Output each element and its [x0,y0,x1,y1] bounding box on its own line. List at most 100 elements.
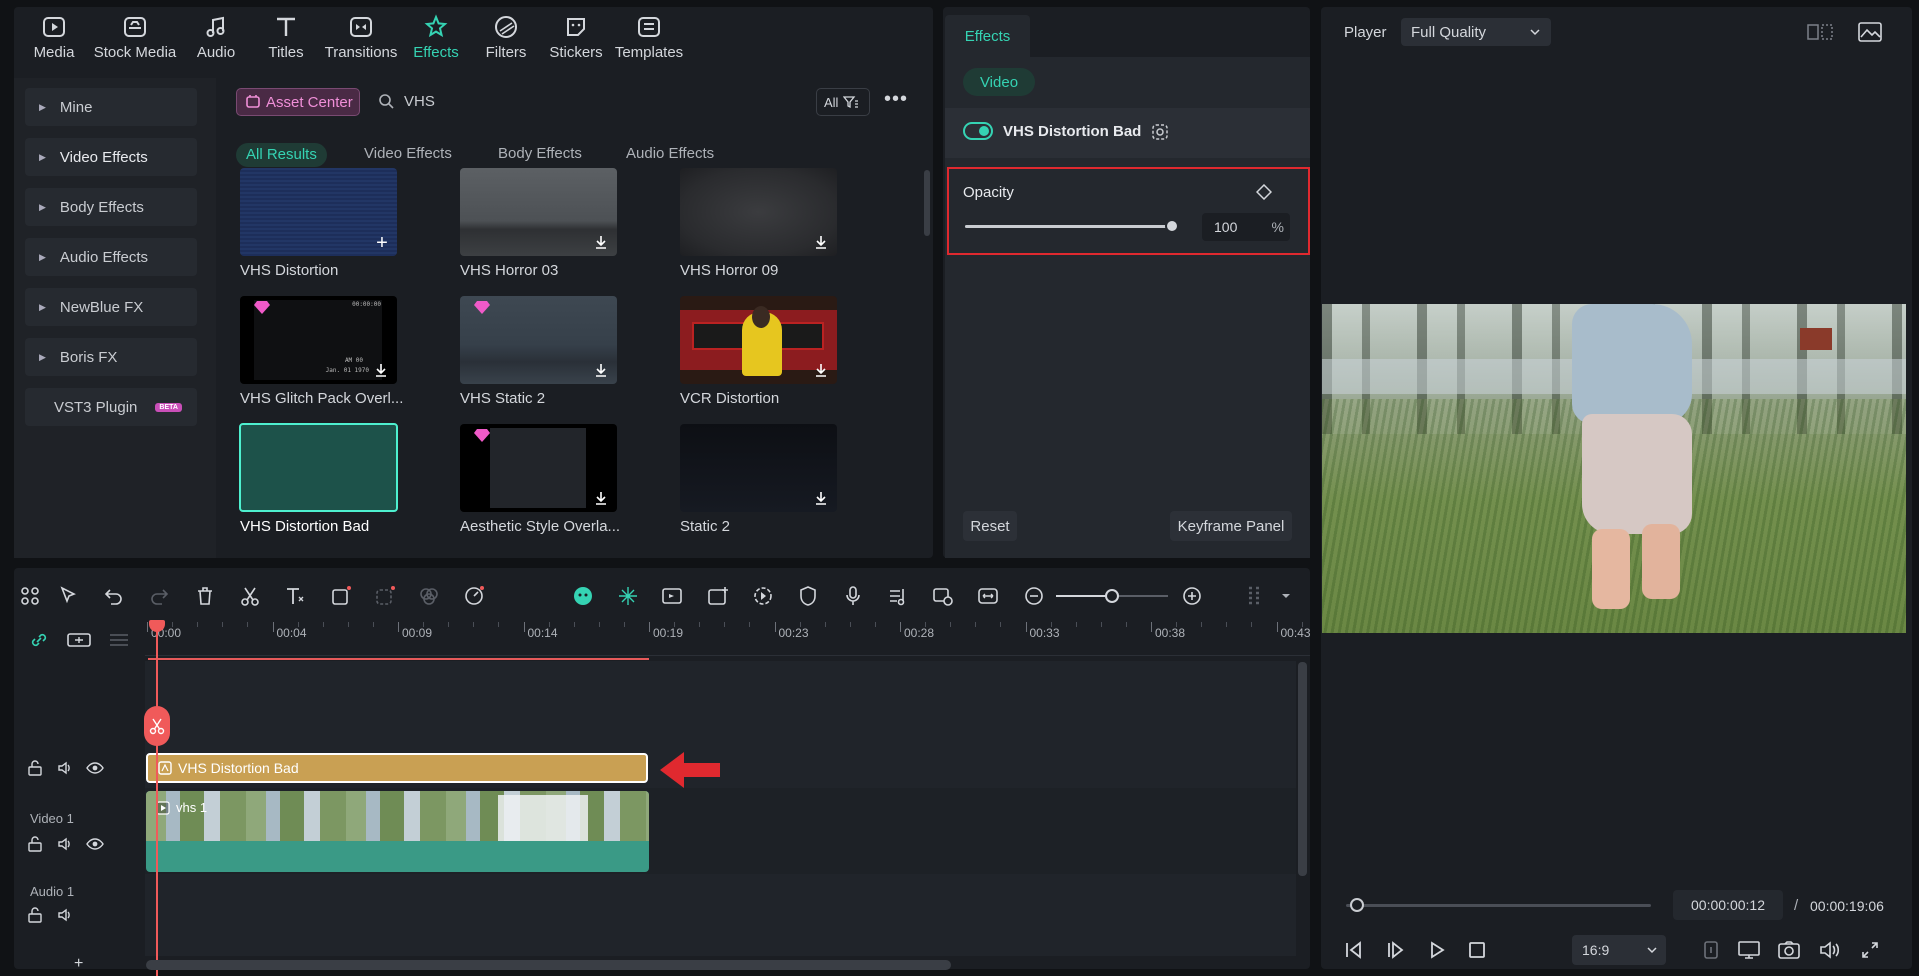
text-tool-icon[interactable] [284,585,306,607]
replace-clip-icon[interactable] [932,585,954,607]
snapshot-icon[interactable] [1777,940,1801,960]
tab-video-effects[interactable]: Video Effects [364,145,452,162]
opacity-slider-knob[interactable] [1165,219,1179,233]
eye-icon[interactable] [86,760,104,776]
download-icon[interactable] [813,490,829,506]
timeline-hscrollbar[interactable] [146,960,951,970]
tab-body-effects[interactable]: Body Effects [498,145,582,162]
auto-reframe-icon[interactable] [661,585,683,607]
zoom-in-icon[interactable] [1181,585,1203,607]
effect-clip-vhs-distortion-bad[interactable]: VHS Distortion Bad [146,753,648,783]
asset-center-button[interactable]: Asset Center [236,88,360,116]
ai-face-icon[interactable] [572,585,594,607]
add-track-icon[interactable] [67,631,91,649]
next-frame-icon[interactable] [1385,940,1407,960]
image-icon[interactable] [1858,22,1882,42]
more-options-icon[interactable]: ••• [884,89,908,109]
volume-icon[interactable] [1818,940,1842,960]
layout-grid-icon[interactable] [19,585,41,607]
sidebar-item-vst3-plugin[interactable]: VST3 Plugin BETA [25,388,197,426]
add-track-button[interactable]: + [74,955,83,973]
split-scissors-icon[interactable] [239,585,261,607]
effect-enable-toggle[interactable] [963,122,993,140]
toolbar-audio[interactable]: Audio [186,14,246,61]
sidebar-item-mine[interactable]: ▶ Mine [25,88,197,126]
crop-icon[interactable] [330,585,352,607]
toolbar-stickers[interactable]: Stickers [546,14,606,61]
timeline-ruler[interactable] [145,620,1310,656]
reset-button[interactable]: Reset [963,511,1017,541]
download-icon[interactable] [593,362,609,378]
shield-icon[interactable] [797,585,819,607]
previous-frame-icon[interactable] [1343,940,1365,960]
dropdown-arrow-icon[interactable] [1281,591,1291,601]
speaker-icon[interactable] [57,760,73,776]
sidebar-item-audio-effects[interactable]: ▶ Audio Effects [25,238,197,276]
thumbnail-vhs-horror-03[interactable] [460,168,617,256]
library-scrollbar[interactable] [924,170,930,236]
filter-dropdown[interactable]: All [816,88,870,116]
stabilize-icon[interactable] [752,585,774,607]
video-subtab[interactable]: Video [963,68,1035,96]
thumbnail-vcr-distortion[interactable] [680,296,837,384]
toolbar-stock-media[interactable]: Stock Media [90,14,180,61]
add-media-icon[interactable] [707,585,729,607]
delete-icon[interactable] [194,585,216,607]
add-icon[interactable]: + [373,233,391,253]
toolbar-templates[interactable]: Templates [611,14,687,61]
video-clip-vhs-1[interactable]: vhs 1 [146,791,649,872]
ai-speed-icon[interactable] [463,585,485,607]
microphone-icon[interactable] [842,585,864,607]
timeline-vscrollbar[interactable] [1298,662,1307,876]
audio-mixer-icon[interactable] [887,585,909,607]
sidebar-item-boris-fx[interactable]: ▶ Boris FX [25,338,197,376]
compare-view-icon[interactable] [1807,23,1833,41]
thumbnail-vhs-horror-09[interactable] [680,168,837,256]
player-progress-knob[interactable] [1350,898,1364,912]
search-input[interactable]: VHS [404,93,435,110]
lock-icon[interactable] [27,907,43,923]
effects-tab[interactable]: Effects [945,15,1030,57]
quality-dropdown[interactable]: Full Quality [1401,18,1551,46]
eye-icon[interactable] [86,836,104,852]
thumbnail-vhs-distortion-bad[interactable] [239,423,398,512]
display-icon[interactable] [1737,940,1761,960]
download-icon[interactable] [593,490,609,506]
zoom-slider-knob[interactable] [1105,589,1119,603]
sidebar-item-body-effects[interactable]: ▶ Body Effects [25,188,197,226]
select-tool-icon[interactable] [58,585,80,607]
download-icon[interactable] [813,362,829,378]
download-icon[interactable] [373,362,389,378]
download-icon[interactable] [593,234,609,250]
snap-icon[interactable] [617,585,639,607]
opacity-value-input[interactable]: 100 % [1202,213,1290,241]
toolbar-titles[interactable]: Titles [256,14,316,61]
download-icon[interactable] [813,234,829,250]
mask-icon[interactable] [1151,123,1169,141]
aspect-ratio-dropdown[interactable]: 16:9 [1572,935,1666,965]
split-playhead-button[interactable] [144,706,170,746]
opacity-slider-track[interactable] [965,219,1179,233]
mark-in-icon[interactable] [1702,940,1720,960]
speaker-icon[interactable] [57,836,73,852]
fullscreen-icon[interactable] [1860,940,1880,960]
speaker-icon[interactable] [57,907,73,923]
toolbar-transitions[interactable]: Transitions [320,14,402,61]
tab-all-results[interactable]: All Results [236,143,327,167]
lock-icon[interactable] [27,836,43,852]
link-icon[interactable] [29,631,49,649]
play-icon[interactable] [1427,940,1447,960]
undo-icon[interactable] [103,585,125,607]
keyframe-panel-button[interactable]: Keyframe Panel [1170,511,1292,541]
toolbar-filters[interactable]: Filters [476,14,536,61]
tab-audio-effects[interactable]: Audio Effects [626,145,714,162]
fit-width-icon[interactable] [977,585,999,607]
zoom-out-icon[interactable] [1023,585,1045,607]
thumbnail-vhs-static-2[interactable] [460,296,617,384]
sidebar-item-video-effects[interactable]: ▶ Video Effects [25,138,197,176]
thumbnail-static-2[interactable] [680,424,837,512]
keyframe-diamond-icon[interactable] [1256,184,1272,200]
lock-icon[interactable] [27,760,43,776]
current-time-field[interactable]: 00:00:00:12 [1673,890,1783,920]
player-progress-track[interactable] [1346,904,1651,907]
